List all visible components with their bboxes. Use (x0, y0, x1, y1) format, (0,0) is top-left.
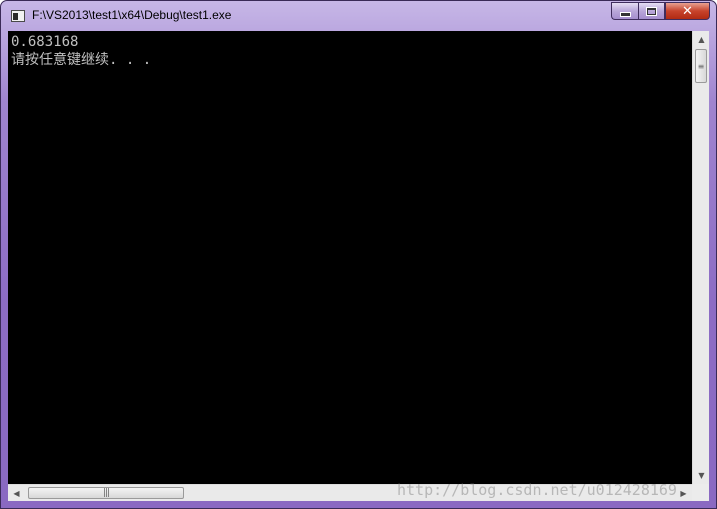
horizontal-scroll-thumb[interactable]: ||| (28, 487, 184, 499)
console-client-area: 0.683168 请按任意键继续. . . ▲ ≡ ▼ ◀ ||| ▶ (8, 31, 709, 501)
vertical-scroll-thumb[interactable]: ≡ (695, 49, 707, 83)
title-bar[interactable]: F:\VS2013\test1\x64\Debug\test1.exe ✕ (1, 1, 716, 31)
minimize-icon (619, 11, 631, 17)
vertical-scrollbar[interactable]: ▲ ≡ ▼ (692, 31, 709, 484)
thumb-grip-icon: ≡ (697, 61, 705, 71)
console-app-icon[interactable] (11, 10, 25, 22)
minimize-button[interactable] (611, 2, 638, 20)
maximize-button[interactable] (638, 2, 665, 20)
caption-buttons: ✕ (611, 2, 710, 20)
scroll-up-arrow-icon[interactable]: ▲ (693, 31, 710, 48)
console-line-prompt: 请按任意键继续. . . (11, 52, 152, 68)
console-output[interactable]: 0.683168 请按任意键继续. . . (8, 31, 692, 484)
scrollbar-corner (692, 484, 709, 501)
thumb-grip-icon: ||| (102, 488, 110, 498)
console-line-result: 0.683168 (11, 34, 79, 50)
close-icon: ✕ (682, 3, 693, 19)
scroll-right-arrow-icon[interactable]: ▶ (675, 485, 692, 502)
scroll-down-arrow-icon[interactable]: ▼ (693, 467, 710, 484)
close-button[interactable]: ✕ (665, 2, 710, 20)
watermark-text: http://blog.csdn.net/u012428169 (397, 481, 677, 499)
scroll-left-arrow-icon[interactable]: ◀ (8, 485, 25, 502)
console-window: F:\VS2013\test1\x64\Debug\test1.exe ✕ 0.… (0, 0, 717, 509)
maximize-icon (646, 6, 657, 16)
window-title: F:\VS2013\test1\x64\Debug\test1.exe (32, 8, 232, 22)
